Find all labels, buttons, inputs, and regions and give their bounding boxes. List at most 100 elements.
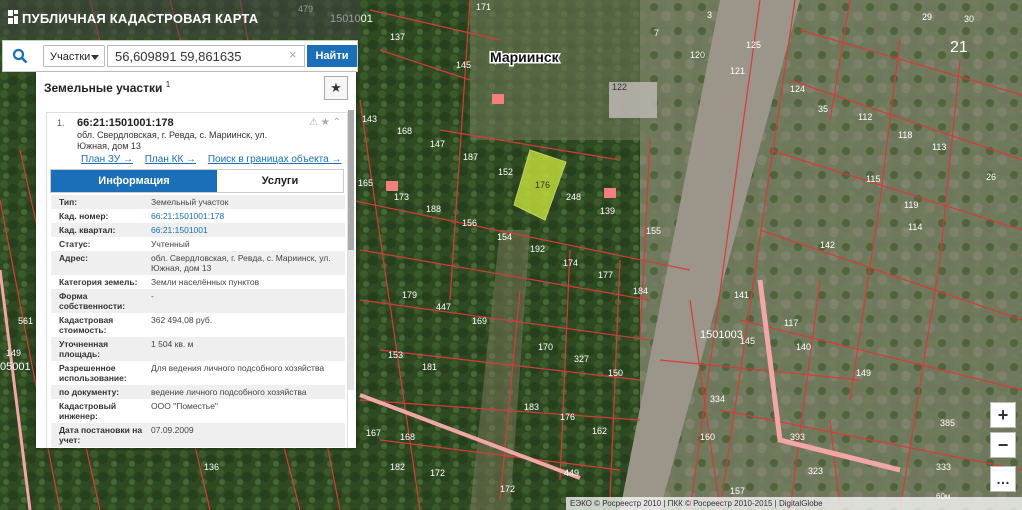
results-panel: Земельные участки 1 ★ 1. 66:21:1501001:1…	[36, 72, 356, 448]
table-row: Статус: Учтенный	[59, 239, 190, 249]
plan-zu-link[interactable]: План ЗУ →	[81, 154, 133, 165]
table-row: Адрес: обл. Свердловская, г. Ревда, с. Ма…	[51, 251, 345, 275]
table-row: Кадастровая стоимость: 362 494,08 руб.	[59, 315, 213, 335]
svg-text:183: 183	[524, 402, 539, 412]
find-button[interactable]: Найти	[307, 45, 357, 67]
favorite-star-icon[interactable]: ★	[324, 76, 348, 100]
tab-services[interactable]: Услуги	[217, 170, 343, 192]
tab-info[interactable]: Информация	[51, 170, 217, 192]
svg-text:157: 157	[730, 486, 745, 496]
info-tabs: Информация Услуги	[50, 169, 344, 193]
svg-text:118: 118	[898, 130, 912, 140]
zoom-in-button[interactable]: +	[990, 402, 1016, 428]
svg-text:113: 113	[932, 142, 946, 152]
svg-text:122: 122	[612, 82, 627, 92]
svg-text:177: 177	[598, 270, 613, 280]
search-type-dropdown[interactable]: Участки	[43, 45, 105, 67]
svg-text:115: 115	[866, 174, 880, 184]
svg-text:112: 112	[858, 112, 872, 122]
svg-text:393: 393	[790, 432, 805, 442]
svg-text:114: 114	[908, 222, 922, 232]
svg-text:173: 173	[394, 192, 409, 202]
quarter-label: 1501003	[700, 329, 743, 341]
top-bar: ПУБЛИЧНАЯ КАДАСТРОВАЯ КАРТА	[0, 0, 360, 38]
quarter-label-left: 05001	[0, 361, 31, 373]
search-bar: Участки × Найти	[2, 40, 358, 72]
svg-text:30: 30	[964, 14, 974, 24]
svg-text:165: 165	[358, 178, 373, 188]
more-button[interactable]: …	[990, 466, 1016, 492]
svg-text:155: 155	[646, 226, 661, 236]
warning-icon[interactable]: ⚠ ★ ⌃	[309, 117, 341, 128]
svg-text:35: 35	[818, 104, 828, 114]
svg-text:184: 184	[633, 286, 648, 296]
plan-kk-link[interactable]: План КК →	[145, 154, 196, 165]
svg-text:140: 140	[796, 342, 811, 352]
scale-label: 60м	[936, 492, 951, 501]
svg-text:447: 447	[436, 302, 451, 312]
search-input[interactable]	[107, 45, 305, 67]
svg-text:119: 119	[904, 200, 918, 210]
svg-text:117: 117	[784, 318, 798, 328]
svg-text:3: 3	[707, 10, 712, 20]
svg-text:7: 7	[654, 28, 659, 38]
svg-text:143: 143	[362, 114, 377, 124]
svg-text:121: 121	[730, 66, 745, 76]
panel-title: Земельные участки 1	[44, 80, 171, 95]
table-row: Дата постановки на учет: 07.09.2009	[51, 423, 345, 447]
result-card[interactable]: 1. 66:21:1501001:178 ⚠ ★ ⌃ обл. Свердлов…	[46, 112, 348, 448]
result-count: 1	[165, 80, 171, 89]
chevron-down-icon	[91, 55, 99, 60]
svg-text:167: 167	[366, 428, 381, 438]
search-icon[interactable]	[3, 41, 37, 71]
svg-text:170: 170	[538, 342, 553, 352]
svg-text:449: 449	[564, 468, 579, 478]
svg-text:171: 171	[476, 2, 491, 12]
table-row: Кадастровый инженер: ООО "Поместье"	[59, 401, 218, 421]
table-row: Категория земель: Земли населённых пункто…	[59, 277, 260, 287]
svg-text:160: 160	[700, 432, 715, 442]
search-in-bounds-link[interactable]: Поиск в границах объекта →	[208, 154, 342, 165]
svg-text:181: 181	[422, 362, 437, 372]
svg-text:168: 168	[400, 432, 415, 442]
app-title: ПУБЛИЧНАЯ КАДАСТРОВАЯ КАРТА	[22, 11, 259, 26]
svg-text:248: 248	[566, 192, 581, 202]
svg-text:137: 137	[390, 32, 405, 42]
svg-text:147: 147	[430, 139, 445, 149]
scroll-thumb[interactable]	[348, 110, 354, 250]
svg-text:323: 323	[808, 466, 823, 476]
svg-text:327: 327	[574, 354, 589, 364]
svg-text:333: 333	[936, 462, 951, 472]
table-row: по документу: ведение личного подсобного …	[51, 385, 345, 399]
svg-text:136: 136	[204, 462, 219, 472]
svg-text:385: 385	[940, 418, 955, 428]
item-number: 1.	[57, 118, 65, 128]
table-row: Тип: Земельный участок	[51, 195, 345, 209]
svg-text:153: 153	[388, 350, 403, 360]
svg-text:176: 176	[560, 412, 575, 422]
svg-text:156: 156	[462, 218, 477, 228]
svg-text:172: 172	[430, 468, 445, 478]
svg-text:141: 141	[734, 290, 749, 300]
attribution: ЕЭКО © Росреестр 2010 | ПКК © Росреестр …	[566, 497, 1022, 510]
quarter-number: 21	[950, 39, 968, 56]
table-row: Разрешенное использование: Для ведения ли…	[59, 363, 325, 383]
svg-text:192: 192	[530, 244, 545, 254]
svg-text:149: 149	[856, 368, 871, 378]
search-type-label: Участки	[50, 51, 91, 63]
village-label: Мариинск	[490, 49, 560, 65]
svg-text:179: 179	[402, 290, 417, 300]
logo-icon	[8, 10, 18, 24]
clear-icon[interactable]: ×	[289, 47, 297, 62]
svg-text:149: 149	[6, 348, 21, 358]
svg-text:188: 188	[426, 204, 441, 214]
table-row: Кад. квартал: 66:21:1501001	[51, 223, 345, 237]
svg-text:162: 162	[592, 426, 607, 436]
zoom-out-button[interactable]: −	[990, 432, 1016, 458]
panel-scrollbar[interactable]	[348, 110, 354, 390]
attributes-table: Тип: Земельный участок Кад. номер: 66:21:1…	[51, 195, 345, 447]
svg-text:124: 124	[790, 84, 805, 94]
svg-text:139: 139	[600, 206, 615, 216]
table-row: Форма собственности: -	[51, 289, 345, 313]
svg-text:174: 174	[563, 258, 578, 268]
